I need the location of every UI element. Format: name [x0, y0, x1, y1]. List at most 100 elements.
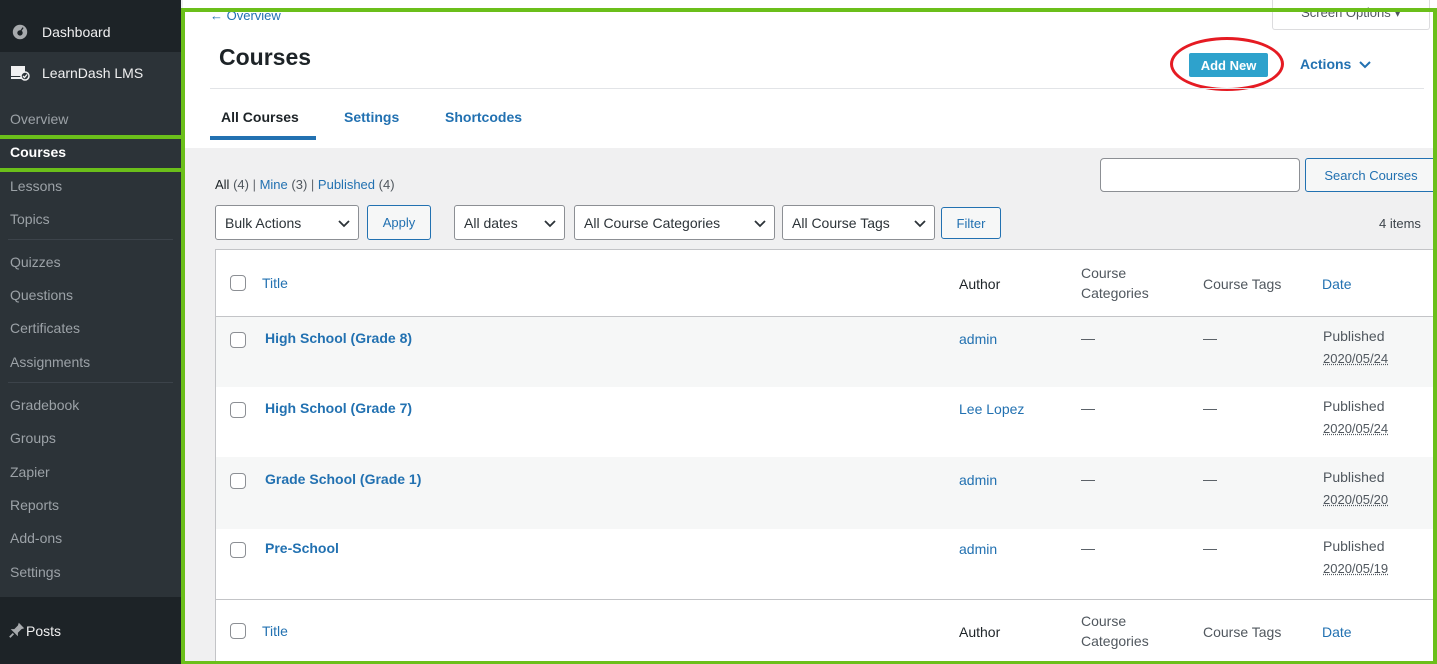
- submenu-courses[interactable]: Courses: [0, 137, 181, 167]
- post-status-views: All (4) | Mine (3) | Published (4): [215, 177, 395, 192]
- publish-status: Published: [1323, 469, 1385, 485]
- date-cell: Published 2020/05/20: [1323, 466, 1388, 511]
- author-link[interactable]: Lee Lopez: [959, 401, 1024, 417]
- tab-all-courses[interactable]: All Courses: [221, 109, 299, 125]
- course-tags-value: —: [1203, 540, 1217, 556]
- dashboard-icon: [8, 23, 32, 41]
- publish-status: Published: [1323, 538, 1385, 554]
- table-row: High School (Grade 8) admin — — Publishe…: [216, 317, 1437, 387]
- learndash-header: ← Overview Screen Options ▾ Courses Add …: [183, 0, 1437, 148]
- submenu-assignments[interactable]: Assignments: [0, 345, 181, 378]
- menu-learndash[interactable]: LearnDash LMS: [0, 52, 181, 94]
- tab-shortcodes[interactable]: Shortcodes: [445, 109, 522, 125]
- chevron-down-icon: [914, 215, 926, 231]
- actions-label: Actions: [1300, 56, 1352, 72]
- column-course-tags-footer: Course Tags: [1203, 624, 1282, 640]
- submenu-groups[interactable]: Groups: [0, 421, 181, 454]
- table-footer-row: Title Author Course Categories Course Ta…: [216, 600, 1437, 664]
- view-published-count: (4): [378, 177, 395, 192]
- course-categories-select[interactable]: All Course Categories: [574, 205, 775, 240]
- author-link[interactable]: admin: [959, 472, 997, 488]
- table-header-row: Title Author Course Categories Course Ta…: [216, 250, 1437, 316]
- view-all-link[interactable]: All (4): [215, 177, 249, 192]
- submenu-questions[interactable]: Questions: [0, 278, 181, 311]
- view-mine-link[interactable]: Mine (3): [260, 177, 308, 192]
- publish-status: Published: [1323, 328, 1385, 344]
- view-published-link[interactable]: Published (4): [318, 177, 395, 192]
- publish-status: Published: [1323, 398, 1385, 414]
- column-title-sort-footer[interactable]: Title: [262, 623, 288, 639]
- actions-dropdown[interactable]: Actions: [1300, 56, 1372, 72]
- row-checkbox[interactable]: [230, 542, 246, 558]
- column-date-sort[interactable]: Date: [1322, 276, 1352, 292]
- author-link[interactable]: admin: [959, 331, 997, 347]
- course-tags-select[interactable]: All Course Tags: [782, 205, 935, 240]
- course-title-link[interactable]: Grade School (Grade 1): [265, 471, 421, 487]
- admin-sidebar: Dashboard LearnDash LMS Overview Courses…: [0, 0, 181, 664]
- row-checkbox[interactable]: [230, 402, 246, 418]
- submenu-add-ons[interactable]: Add-ons: [0, 521, 181, 554]
- row-checkbox[interactable]: [230, 473, 246, 489]
- submenu-reports[interactable]: Reports: [0, 488, 181, 521]
- back-to-overview-link[interactable]: ← Overview: [210, 8, 281, 23]
- submenu-lessons[interactable]: Lessons: [0, 169, 181, 202]
- author-link[interactable]: admin: [959, 541, 997, 557]
- column-course-categories: Course Categories: [1081, 263, 1171, 303]
- submenu-quizzes[interactable]: Quizzes: [0, 245, 181, 278]
- select-all-checkbox-footer[interactable]: [230, 623, 246, 639]
- course-tags-value: —: [1203, 471, 1217, 487]
- column-course-categories-line1: Course: [1081, 265, 1127, 281]
- submenu-separator: [8, 239, 173, 240]
- screen-options-button[interactable]: Screen Options ▾: [1272, 0, 1430, 30]
- learndash-icon: [8, 64, 32, 82]
- search-courses-button[interactable]: Search Courses: [1305, 158, 1437, 192]
- pin-icon: [8, 621, 26, 642]
- items-count: 4 items: [1379, 216, 1421, 231]
- chevron-down-icon: [754, 215, 766, 231]
- view-published-label: Published: [317, 177, 376, 192]
- tab-settings[interactable]: Settings: [344, 109, 399, 125]
- course-tags-value: —: [1203, 400, 1217, 416]
- column-date-sort-footer[interactable]: Date: [1322, 624, 1352, 640]
- menu-learndash-label: LearnDash LMS: [42, 65, 144, 81]
- course-categories-value: —: [1081, 540, 1095, 556]
- select-all-checkbox[interactable]: [230, 275, 246, 291]
- publish-date: 2020/05/20: [1323, 492, 1389, 507]
- chevron-down-icon: [338, 215, 350, 231]
- column-course-categories-line2: Categories: [1081, 285, 1149, 301]
- menu-dashboard[interactable]: Dashboard: [0, 15, 181, 49]
- submenu-zapier[interactable]: Zapier: [0, 455, 181, 488]
- table-row: Pre-School admin — — Published 2020/05/1…: [216, 529, 1437, 599]
- dates-label: All dates: [464, 214, 518, 231]
- publish-date: 2020/05/24: [1323, 421, 1389, 436]
- submenu-gradebook[interactable]: Gradebook: [0, 388, 181, 421]
- dates-select[interactable]: All dates: [454, 205, 565, 240]
- row-checkbox[interactable]: [230, 332, 246, 348]
- view-all-count: (4): [233, 177, 249, 192]
- view-separator: |: [252, 177, 260, 192]
- column-title-sort[interactable]: Title: [262, 275, 288, 291]
- menu-posts[interactable]: Posts: [0, 614, 181, 648]
- submenu-topics[interactable]: Topics: [0, 202, 181, 235]
- main-content: ← Overview Screen Options ▾ Courses Add …: [183, 0, 1437, 664]
- bulk-actions-select[interactable]: Bulk Actions: [215, 205, 359, 240]
- filter-button[interactable]: Filter: [941, 207, 1001, 239]
- course-tags-label: All Course Tags: [792, 214, 890, 231]
- course-title-link[interactable]: Pre-School: [265, 540, 339, 556]
- courses-table: Title Author Course Categories Course Ta…: [215, 249, 1437, 664]
- course-title-link[interactable]: High School (Grade 7): [265, 400, 412, 416]
- publish-date: 2020/05/19: [1323, 561, 1389, 576]
- submenu-certificates[interactable]: Certificates: [0, 311, 181, 344]
- submenu-overview[interactable]: Overview: [0, 102, 181, 135]
- course-title-link[interactable]: High School (Grade 8): [265, 330, 412, 346]
- table-row: High School (Grade 7) Lee Lopez — — Publ…: [216, 387, 1437, 457]
- course-tags-value: —: [1203, 330, 1217, 346]
- course-categories-label: All Course Categories: [584, 214, 721, 231]
- submenu-settings[interactable]: Settings: [0, 555, 181, 588]
- sidebar-top-strip: [0, 0, 181, 15]
- bulk-actions-label: Bulk Actions: [225, 214, 302, 231]
- course-categories-value: —: [1081, 471, 1095, 487]
- annotation-red-circle: [1170, 37, 1284, 91]
- search-input[interactable]: [1100, 158, 1300, 192]
- apply-button[interactable]: Apply: [367, 205, 431, 240]
